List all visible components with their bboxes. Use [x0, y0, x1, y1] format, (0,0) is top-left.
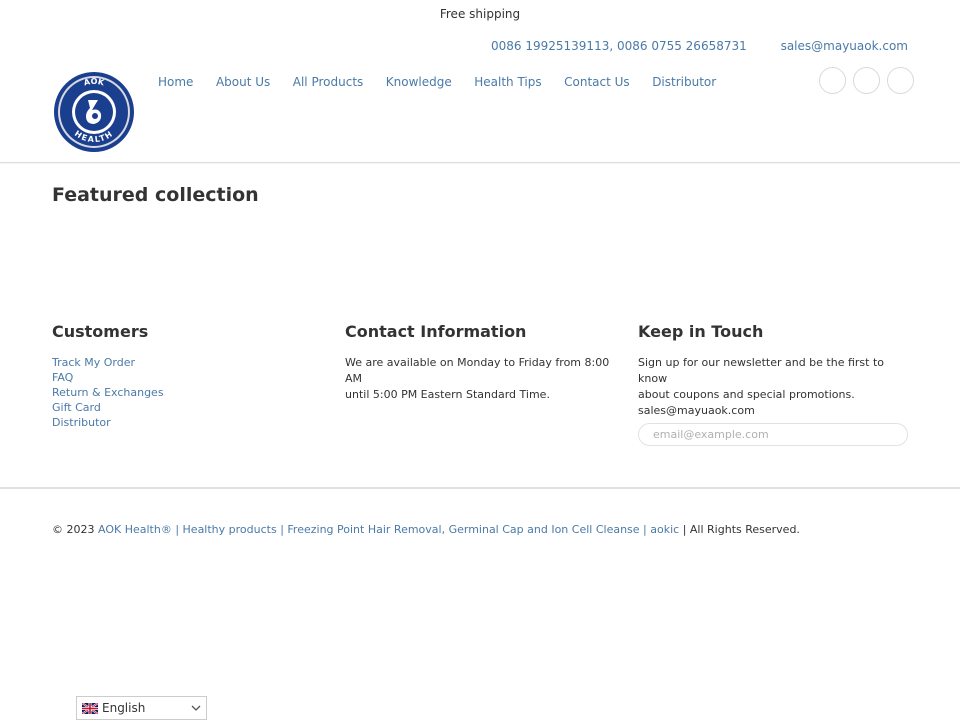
keep-in-touch-heading: Keep in Touch [638, 322, 764, 341]
tagline-link[interactable]: Healthy products | Freezing Point Hair R… [183, 523, 640, 536]
link-gift-card[interactable]: Gift Card [52, 400, 324, 415]
social-icon-2[interactable] [853, 67, 880, 94]
chevron-down-icon [191, 705, 201, 711]
uk-flag-icon [82, 702, 98, 714]
link-faq[interactable]: FAQ [52, 370, 324, 385]
link-distributor[interactable]: Distributor [52, 415, 324, 430]
language-label: English [102, 701, 146, 715]
contact-hours-text: We are available on Monday to Friday fro… [345, 356, 610, 401]
nav-knowledge[interactable]: Knowledge [386, 75, 452, 89]
brand-link[interactable]: AOK Health® [98, 523, 172, 536]
newsletter-text: Sign up for our newsletter and be the fi… [638, 356, 885, 417]
site-logo[interactable]: AOK HEALTH [52, 70, 136, 154]
customers-heading: Customers [52, 322, 149, 341]
social-links [812, 67, 914, 94]
link-track-my-order[interactable]: Track My Order [52, 355, 324, 370]
social-icon-3[interactable] [887, 67, 914, 94]
footer-customers: Customers Track My Order FAQ Return & Ex… [52, 322, 324, 430]
nav-health-tips[interactable]: Health Tips [474, 75, 541, 89]
header-divider [0, 162, 960, 163]
phone-numbers[interactable]: 0086 19925139113, 0086 0755 26658731 [491, 39, 747, 53]
language-selector[interactable]: English [76, 696, 207, 720]
aokic-link[interactable]: aokic [650, 523, 679, 536]
customers-links: Track My Order FAQ Return & Exchanges Gi… [52, 355, 324, 430]
featured-collection-title: Featured collection [52, 184, 259, 206]
newsletter-email: sales@mayuaok.com [638, 404, 755, 417]
nav-all-products[interactable]: All Products [293, 75, 364, 89]
footer-keep-in-touch: Keep in Touch Sign up for our newsletter… [638, 322, 910, 419]
nav-distributor[interactable]: Distributor [652, 75, 716, 89]
contact-bar: 0086 19925139113, 0086 0755 26658731 sal… [491, 39, 908, 53]
main-navigation: Home About Us All Products Knowledge Hea… [158, 75, 739, 89]
nav-about-us[interactable]: About Us [216, 75, 270, 89]
newsletter-email-input[interactable] [638, 423, 908, 446]
announcement-bar: Free shipping [439, 7, 521, 21]
aok-health-logo-icon: AOK HEALTH [54, 72, 134, 152]
nav-home[interactable]: Home [158, 75, 193, 89]
footer-divider [0, 487, 960, 489]
copyright-line: © 2023 AOK Health® | Healthy products | … [52, 523, 800, 536]
social-icon-1[interactable] [819, 67, 846, 94]
nav-contact-us[interactable]: Contact Us [564, 75, 630, 89]
link-return-exchanges[interactable]: Return & Exchanges [52, 385, 324, 400]
contact-email-link[interactable]: sales@mayuaok.com [781, 39, 908, 53]
footer-contact-information: Contact Information We are available on … [345, 322, 617, 403]
contact-information-heading: Contact Information [345, 322, 527, 341]
